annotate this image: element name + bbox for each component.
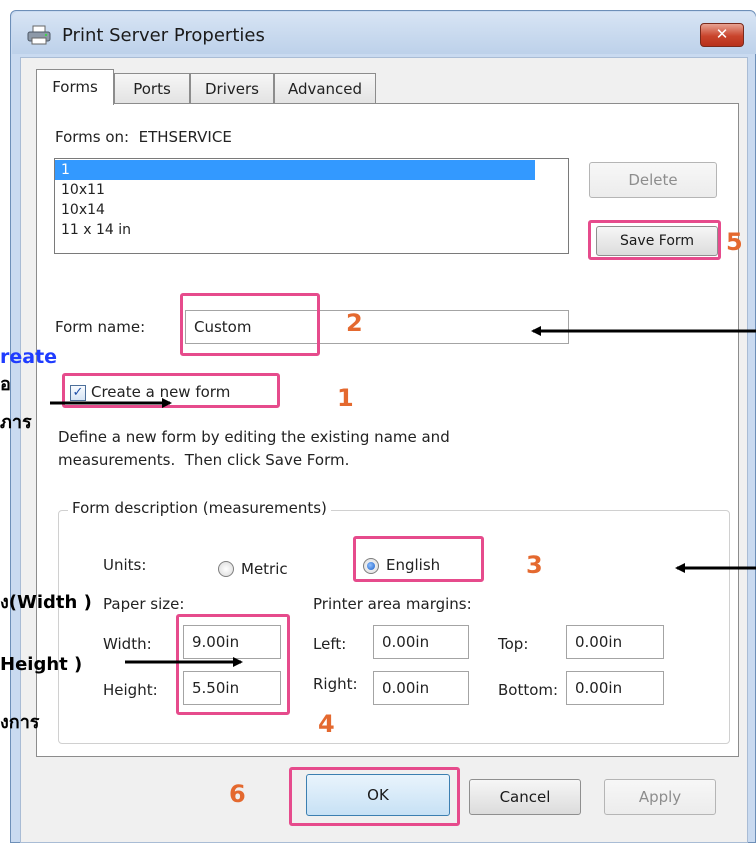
tab-forms[interactable]: Forms	[36, 69, 114, 105]
annotation-arrows	[50, 326, 756, 667]
